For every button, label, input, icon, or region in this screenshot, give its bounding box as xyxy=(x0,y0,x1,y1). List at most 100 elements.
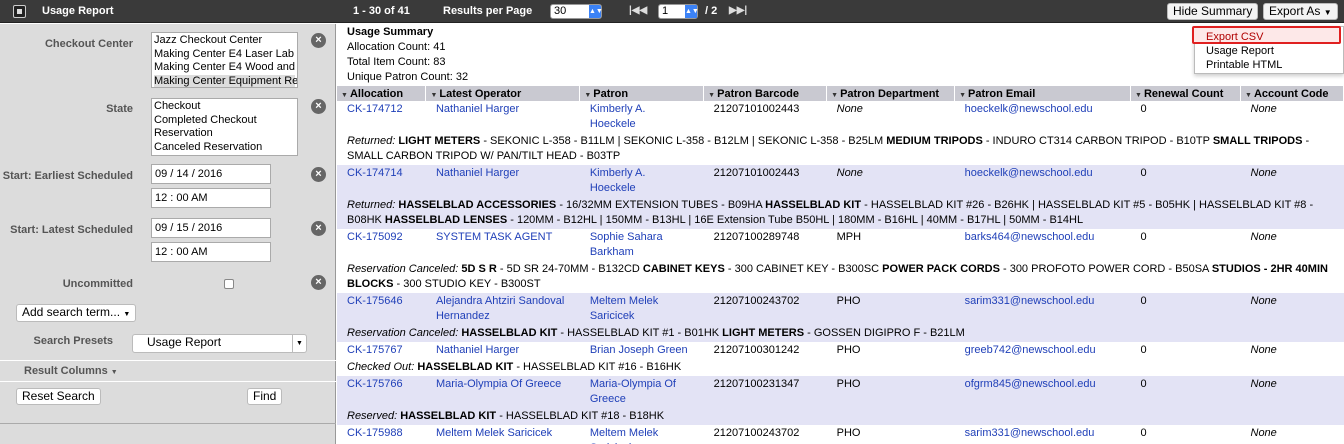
clear-icon[interactable]: × xyxy=(311,167,326,182)
clear-icon[interactable]: × xyxy=(311,275,326,290)
usage-report-item[interactable]: Usage Report xyxy=(1206,45,1274,58)
export-as-button[interactable]: Export As ▼ xyxy=(1263,3,1338,20)
column-header[interactable]: ▼ Allocation xyxy=(337,86,427,101)
allocation-link[interactable]: CK-175988 xyxy=(337,425,426,444)
clear-icon[interactable]: × xyxy=(311,221,326,236)
item-list: - HASSELBLAD KIT #18 - B18HK xyxy=(496,410,665,422)
item-category: LIGHT METERS xyxy=(398,135,481,147)
printable-html-item[interactable]: Printable HTML xyxy=(1206,59,1282,72)
list-option[interactable]: Jazz Checkout Center xyxy=(154,34,295,48)
hide-summary-button[interactable]: Hide Summary xyxy=(1167,3,1259,20)
column-header[interactable]: ▼ Patron xyxy=(579,86,705,101)
operator-link[interactable]: SYSTEM TASK AGENT xyxy=(426,229,580,261)
email-link[interactable]: hoeckelk@newschool.edu xyxy=(955,101,1131,133)
last-page-icon[interactable]: ▶▶| xyxy=(729,5,747,16)
results-per-page-select[interactable]: 30 ▲▼ xyxy=(550,4,603,19)
search-presets-select[interactable]: Usage Report ▼ xyxy=(132,334,307,353)
add-search-term-button[interactable]: Add search term... ▼ xyxy=(16,304,137,322)
email-link[interactable]: sarim331@newschool.edu xyxy=(954,293,1131,325)
list-option[interactable]: Making Center Equipment Re xyxy=(154,74,297,87)
state-label: State xyxy=(106,103,133,115)
operator-link[interactable]: Nathaniel Harger xyxy=(425,165,580,197)
column-header[interactable]: ▼ Patron Department xyxy=(826,86,956,101)
summary-title: Usage Summary xyxy=(347,26,434,38)
list-option[interactable]: Reservation xyxy=(154,127,295,141)
summary-line: Allocation Count: 41 xyxy=(347,41,446,53)
email-link[interactable]: ofgrm845@newschool.edu xyxy=(954,376,1131,408)
item-details: Reserved: HASSELBLAD KIT - HASSELBLAD KI… xyxy=(337,408,1344,425)
patron-link[interactable]: Brian Joseph Green xyxy=(580,342,704,359)
list-option[interactable]: Making Center E4 Wood and M xyxy=(154,61,297,75)
department-cell: MPH xyxy=(836,231,862,243)
list-option[interactable]: Checkout xyxy=(154,100,295,114)
first-page-icon[interactable]: |◀◀ xyxy=(629,5,647,16)
operator-link[interactable]: Alejandra Ahtziri Sandoval Hernandez xyxy=(425,293,580,325)
earliest-time-input[interactable]: 12 : 00 AM xyxy=(151,188,271,208)
email-link[interactable]: greeb742@newschool.edu xyxy=(955,342,1131,359)
patron-link[interactable]: Kimberly A. Hoeckele xyxy=(580,101,704,133)
earliest-date-input[interactable]: 09 / 14 / 2016 xyxy=(151,164,271,184)
allocation-link[interactable]: CK-175766 xyxy=(337,376,426,408)
checkout-center-label: Checkout Center xyxy=(44,38,133,50)
item-details: Returned: LIGHT METERS - SEKONIC L-358 -… xyxy=(337,133,1344,165)
email-link[interactable]: barks464@newschool.edu xyxy=(955,229,1131,261)
page-number-input[interactable]: 1 ▲▼ xyxy=(658,4,699,19)
allocation-link[interactable]: CK-174714 xyxy=(337,165,426,197)
account-code-cell: None xyxy=(1240,165,1344,197)
export-menu: Export CSV Usage Report Printable HTML xyxy=(1192,26,1344,74)
uncommitted-checkbox[interactable] xyxy=(224,279,234,289)
column-header[interactable]: ▼ Patron Barcode xyxy=(703,86,828,101)
clear-icon[interactable]: × xyxy=(311,33,326,48)
item-list: - 5D SR 24-70MM - B132CD xyxy=(496,263,643,275)
checkout-center-list[interactable]: Jazz Checkout Center Making Center E4 La… xyxy=(151,32,298,88)
latest-label: Start: Latest Scheduled xyxy=(10,224,133,236)
operator-link[interactable]: Nathaniel Harger xyxy=(426,101,580,133)
spinner-icon: ▲▼ xyxy=(589,5,603,18)
clear-icon[interactable]: × xyxy=(311,99,326,114)
email-link[interactable]: hoeckelk@newschool.edu xyxy=(954,165,1131,197)
state-list[interactable]: Checkout Completed Checkout Reservation … xyxy=(151,98,298,156)
reset-search-button[interactable]: Reset Search xyxy=(16,388,101,405)
email-link[interactable]: sarim331@newschool.edu xyxy=(955,425,1131,444)
top-toolbar: Usage Report 1 - 30 of 41 Results per Pa… xyxy=(0,0,1344,23)
department-cell: None xyxy=(826,165,955,197)
detail-row: Checked Out: HASSELBLAD KIT - HASSELBLAD… xyxy=(337,359,1344,376)
item-details: Reservation Canceled: HASSELBLAD KIT - H… xyxy=(337,325,1344,342)
allocation-link[interactable]: CK-175092 xyxy=(337,229,426,261)
allocation-link[interactable]: CK-175767 xyxy=(337,342,426,359)
result-range: 1 - 30 of 41 xyxy=(353,5,410,17)
item-list: - 300 STUDIO KEY - B300ST xyxy=(393,278,541,290)
operator-link[interactable]: Maria-Olympia Of Greece xyxy=(425,376,580,408)
patron-link[interactable]: Meltem Melek Saricicek xyxy=(579,293,704,325)
uncommitted-label: Uncommitted xyxy=(62,278,133,290)
detail-row: Returned: HASSELBLAD ACCESSORIES - 16/32… xyxy=(337,197,1344,229)
export-csv-item[interactable]: Export CSV xyxy=(1206,31,1263,44)
item-category: SMALL TRIPODS xyxy=(1212,135,1303,147)
patron-link[interactable]: Kimberly A. Hoeckele xyxy=(579,165,704,197)
summary-line: Unique Patron Count: 32 xyxy=(347,71,469,83)
search-presets-label: Search Presets xyxy=(33,335,114,347)
patron-link[interactable]: Meltem Melek Saricicek xyxy=(580,425,704,444)
result-columns-toggle[interactable]: Result Columns ▼ xyxy=(24,365,118,377)
list-option[interactable]: Making Center E4 Laser Lab xyxy=(154,48,295,62)
patron-link[interactable]: Sophie Sahara Barkham xyxy=(580,229,704,261)
list-option[interactable]: Completed Checkout xyxy=(154,114,295,128)
list-option[interactable]: Canceled Reservation xyxy=(154,141,295,155)
operator-link[interactable]: Nathaniel Harger xyxy=(426,342,580,359)
allocation-link[interactable]: CK-174712 xyxy=(337,101,426,133)
latest-time-input[interactable]: 12 : 00 AM xyxy=(151,242,271,262)
item-status: Returned: xyxy=(347,135,399,147)
find-button[interactable]: Find xyxy=(247,388,283,405)
sort-icon: ▼ xyxy=(341,91,348,99)
column-header[interactable]: ▼ Patron Email xyxy=(954,86,1132,101)
item-details: Reservation Canceled: 5D S R - 5D SR 24-… xyxy=(337,261,1344,293)
allocation-link[interactable]: CK-175646 xyxy=(337,293,426,325)
column-header[interactable]: ▼ Latest Operator xyxy=(425,86,581,101)
column-header[interactable]: ▼ Renewal Count xyxy=(1130,86,1241,101)
column-header[interactable]: ▼ Account Code xyxy=(1240,86,1344,101)
collapse-sidebar-icon[interactable] xyxy=(13,5,26,18)
latest-date-input[interactable]: 09 / 15 / 2016 xyxy=(151,218,271,238)
patron-link[interactable]: Maria-Olympia Of Greece xyxy=(579,376,704,408)
operator-link[interactable]: Meltem Melek Saricicek xyxy=(426,425,580,444)
divider xyxy=(0,360,336,361)
